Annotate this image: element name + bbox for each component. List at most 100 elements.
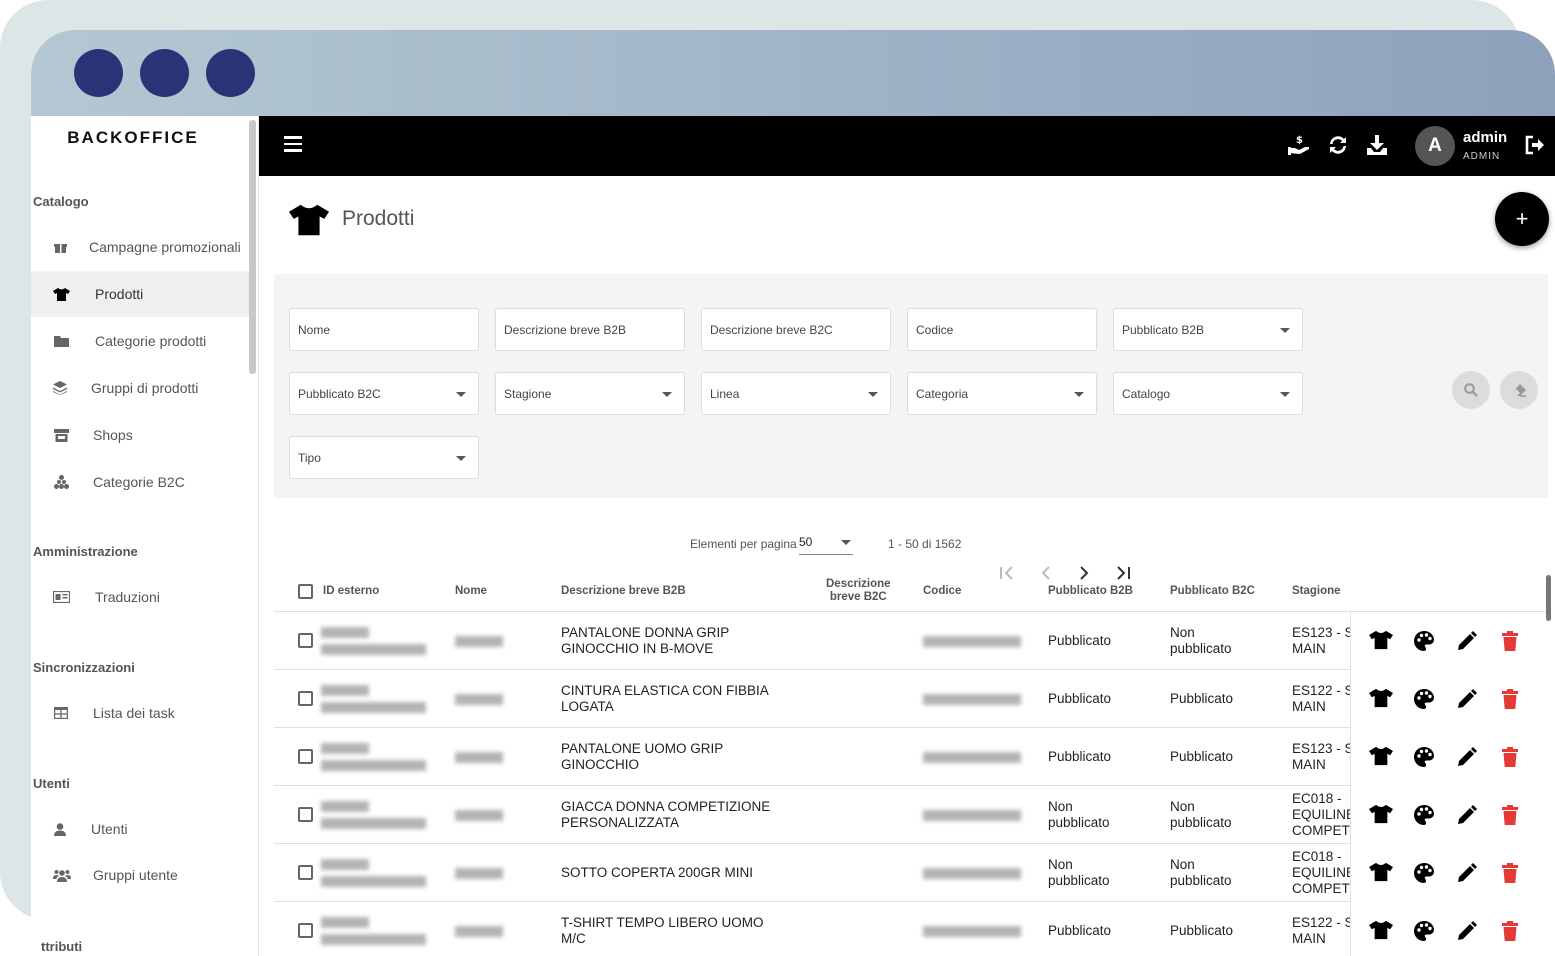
filter-desc-b2b[interactable]: Descrizione breve B2B [495, 308, 685, 351]
sidebar-item-label: Gruppi utente [93, 867, 178, 883]
cell-line: PERSONALIZZATA [561, 815, 680, 830]
filter-pubblicato-b2c[interactable]: Pubblicato B2C [289, 372, 479, 415]
col-header-codice[interactable]: Codice [923, 571, 961, 611]
stagione-cell: ES122 - SSMAIN [1292, 915, 1350, 947]
cell-line: pubblicato [1170, 641, 1232, 656]
filter-tipo[interactable]: Tipo [289, 436, 479, 479]
filter-label: Pubblicato B2C [298, 386, 381, 401]
row-checkbox[interactable] [298, 749, 313, 764]
filter-codice[interactable]: Codice [907, 308, 1097, 351]
product-variants-icon[interactable] [1369, 804, 1393, 826]
search-button[interactable] [1452, 371, 1490, 409]
sidebar-item-prodotti[interactable]: Prodotti [31, 271, 249, 317]
col-header-pub-b2b[interactable]: Pubblicato B2B [1048, 571, 1133, 611]
filter-desc-b2c[interactable]: Descrizione breve B2C [701, 308, 891, 351]
edit-icon[interactable] [1456, 862, 1478, 884]
page-size-label: Elementi per pagina [690, 537, 797, 551]
delete-icon[interactable] [1500, 688, 1522, 710]
first-page-icon[interactable] [998, 565, 1016, 586]
filter-label: Stagione [504, 386, 552, 401]
col-header-desc-b2c[interactable]: Descrizione breve B2C [826, 571, 891, 611]
col-header-desc-b2b[interactable]: Descrizione breve B2B [561, 571, 686, 611]
price-sync-icon[interactable]: $ [1287, 133, 1311, 157]
row-checkbox[interactable] [298, 691, 313, 706]
delete-icon[interactable] [1500, 862, 1522, 884]
delete-icon[interactable] [1500, 804, 1522, 826]
edit-icon[interactable] [1456, 688, 1478, 710]
palette-icon[interactable] [1413, 746, 1435, 768]
table-row[interactable]: PANTALONE DONNA GRIP GINOCCHIO IN B-MOVE … [274, 612, 1548, 670]
sidebar-item-categorie-b2c[interactable]: Categorie B2C [31, 459, 249, 505]
select-all-checkbox[interactable] [298, 584, 313, 599]
row-checkbox[interactable] [298, 807, 313, 822]
sidebar-item-utenti[interactable]: Utenti [31, 806, 249, 852]
row-actions [1350, 612, 1548, 670]
filter-nome[interactable]: Nome [289, 308, 479, 351]
row-actions [1350, 902, 1548, 956]
cell-line: Pubblicato [1048, 923, 1112, 938]
window-dot-close[interactable] [74, 49, 123, 97]
cell-line: ES122 - SS [1292, 915, 1350, 930]
palette-icon[interactable] [1413, 804, 1435, 826]
delete-icon[interactable] [1500, 630, 1522, 652]
sidebar-item-campagne[interactable]: Campagne promozionali [31, 224, 249, 270]
filter-categoria[interactable]: Categoria [907, 372, 1097, 415]
chevron-down-icon [456, 392, 466, 397]
sidebar-item-lista-task[interactable]: Lista dei task [31, 690, 249, 736]
menu-icon[interactable] [284, 136, 302, 152]
table-row[interactable]: T-SHIRT TEMPO LIBERO UOMO M/C Pubblicato … [274, 902, 1548, 956]
col-header-nome[interactable]: Nome [455, 571, 487, 611]
sidebar-item-gruppi-prodotti[interactable]: Gruppi di prodotti [31, 365, 249, 411]
table-row[interactable]: PANTALONE UOMO GRIP GINOCCHIO Pubblicato … [274, 728, 1548, 786]
filter-label: Pubblicato B2B [1122, 322, 1205, 337]
sidebar-item-traduzioni[interactable]: Traduzioni [31, 574, 249, 620]
palette-icon[interactable] [1413, 920, 1435, 942]
product-variants-icon[interactable] [1369, 862, 1393, 884]
page-size-select[interactable]: 50 [799, 535, 853, 555]
col-header-pub-b2c[interactable]: Pubblicato B2C [1170, 571, 1255, 611]
table-row[interactable]: SOTTO COPERTA 200GR MINI Non pubblicato N… [274, 844, 1548, 902]
download-icon[interactable] [1365, 133, 1389, 157]
section-amministrazione: Amministrazione [33, 544, 138, 559]
sidebar-item-shops[interactable]: Shops [31, 412, 249, 458]
filter-catalogo[interactable]: Catalogo [1113, 372, 1303, 415]
table-scrollbar[interactable] [1546, 575, 1551, 621]
cell-line: SOTTO COPERTA 200GR MINI [561, 865, 754, 880]
delete-icon[interactable] [1500, 746, 1522, 768]
row-checkbox[interactable] [298, 865, 313, 880]
edit-icon[interactable] [1456, 804, 1478, 826]
cell-line: PANTALONE UOMO GRIP [561, 741, 724, 756]
product-variants-icon[interactable] [1369, 746, 1393, 768]
sidebar-scrollbar[interactable] [249, 120, 256, 374]
window-dot-maximize[interactable] [206, 49, 255, 97]
window-dot-minimize[interactable] [140, 49, 189, 97]
delete-icon[interactable] [1500, 920, 1522, 942]
col-header-id[interactable]: ID esterno [323, 571, 379, 611]
cell-line: Non [1048, 857, 1073, 872]
edit-icon[interactable] [1456, 920, 1478, 942]
store-icon [31, 428, 89, 442]
sync-icon[interactable] [1326, 133, 1350, 157]
palette-icon[interactable] [1413, 630, 1435, 652]
col-header-stagione[interactable]: Stagione [1292, 571, 1341, 611]
row-checkbox[interactable] [298, 923, 313, 938]
product-variants-icon[interactable] [1369, 688, 1393, 710]
table-row[interactable]: CINTURA ELASTICA CON FIBBIA LOGATA Pubbli… [274, 670, 1548, 728]
filter-pubblicato-b2b[interactable]: Pubblicato B2B [1113, 308, 1303, 351]
row-checkbox[interactable] [298, 633, 313, 648]
filter-linea[interactable]: Linea [701, 372, 891, 415]
logout-icon[interactable] [1523, 133, 1547, 157]
table-row[interactable]: GIACCA DONNA COMPETIZIONE PERSONALIZZATA … [274, 786, 1548, 844]
sidebar-item-gruppi-utente[interactable]: Gruppi utente [31, 852, 249, 898]
edit-icon[interactable] [1456, 630, 1478, 652]
edit-icon[interactable] [1456, 746, 1478, 768]
filter-stagione[interactable]: Stagione [495, 372, 685, 415]
product-variants-icon[interactable] [1369, 920, 1393, 942]
sidebar-item-categorie-prodotti[interactable]: Categorie prodotti [31, 318, 249, 364]
add-product-button[interactable]: + [1495, 192, 1549, 246]
avatar[interactable]: A [1415, 126, 1455, 166]
palette-icon[interactable] [1413, 688, 1435, 710]
palette-icon[interactable] [1413, 862, 1435, 884]
product-variants-icon[interactable] [1369, 630, 1393, 652]
clear-filters-button[interactable] [1500, 371, 1538, 409]
